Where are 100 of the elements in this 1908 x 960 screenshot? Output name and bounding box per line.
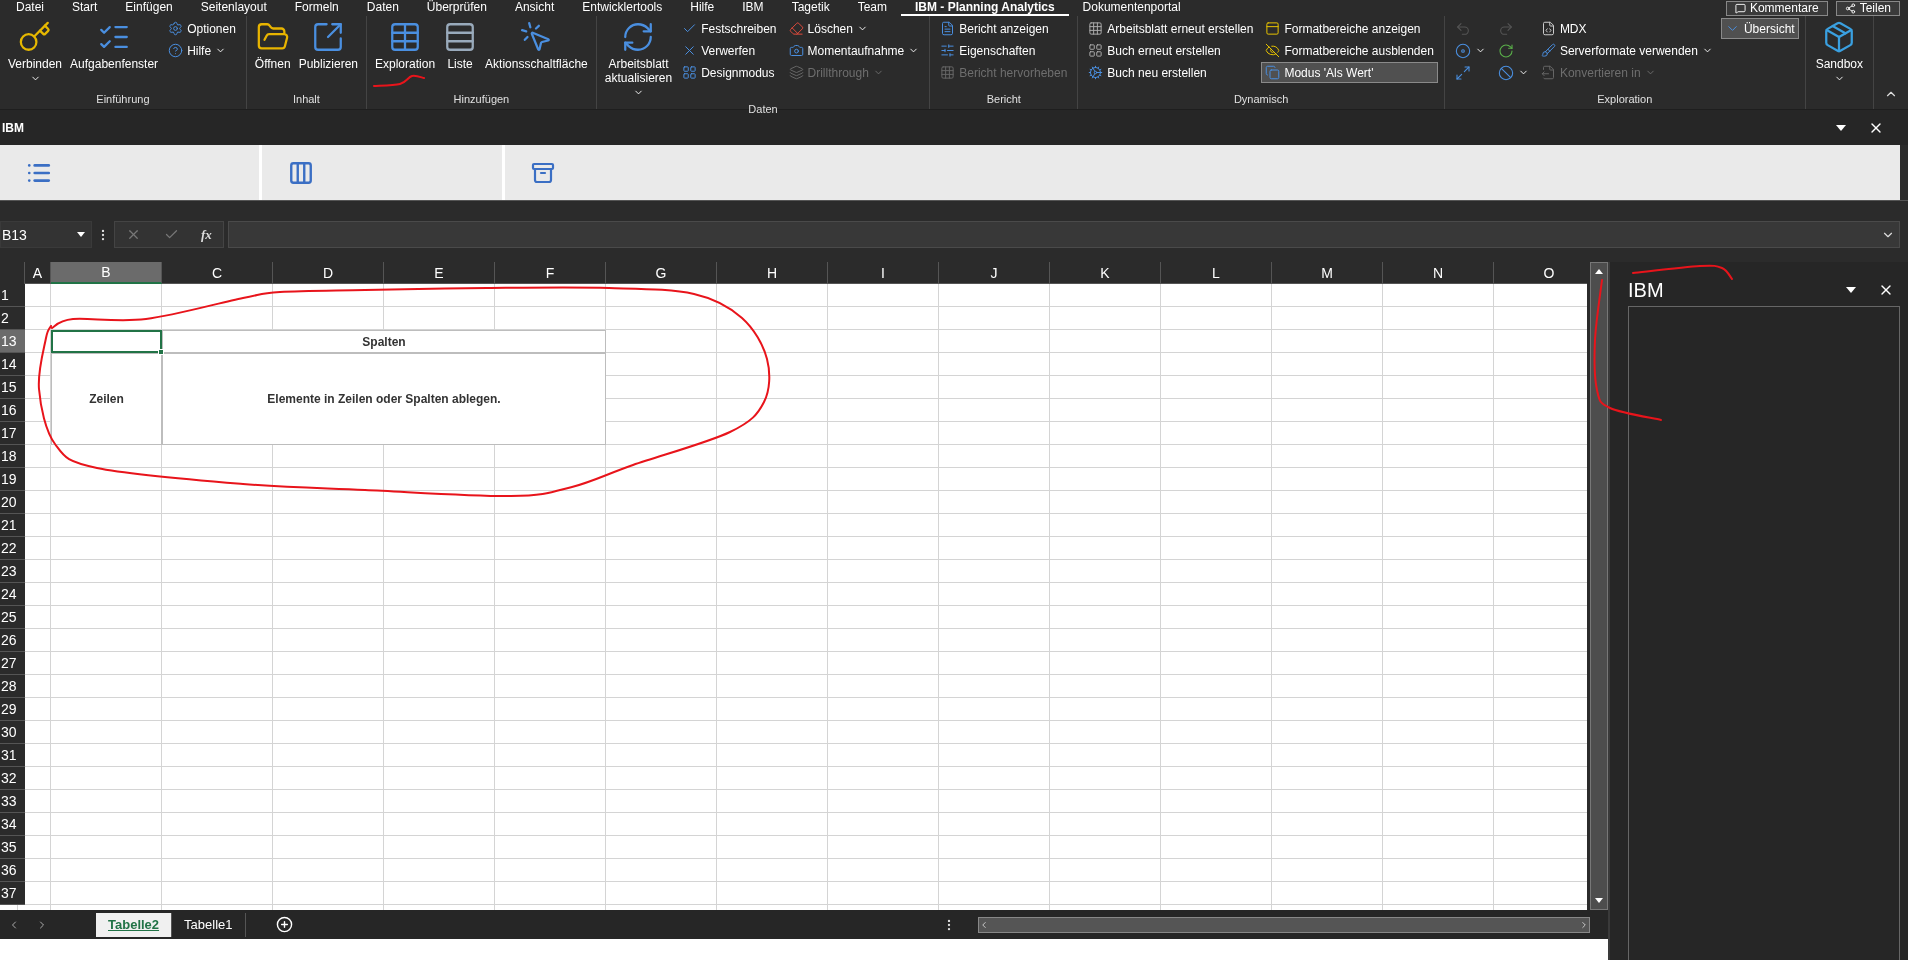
menu-tab[interactable]: Überprüfen [412, 0, 501, 16]
pivot-drop-area[interactable]: Elemente in Zeilen oder Spalten ablegen. [162, 353, 606, 445]
menu-tab[interactable]: Ansicht [500, 0, 569, 16]
ribbon-button[interactable]: Designmodus [678, 62, 781, 83]
ribbon-button[interactable]: Exploration [373, 18, 438, 73]
menu-tab[interactable]: Entwicklertools [568, 0, 677, 16]
vertical-scrollbar[interactable] [1590, 262, 1608, 910]
menu-tab[interactable]: Tagetik [777, 0, 844, 16]
row-header[interactable]: 36 [0, 859, 25, 882]
row-header[interactable]: 35 [0, 836, 25, 859]
column-header[interactable]: L [1161, 262, 1272, 284]
ribbon-button[interactable]: Arbeitsblatt aktualisieren [602, 18, 675, 101]
columns-icon[interactable] [288, 159, 314, 186]
row-header[interactable]: 13 [0, 330, 25, 353]
top-button[interactable]: Kommentare [1725, 0, 1828, 16]
pivot-columns-area[interactable]: Spalten [162, 330, 606, 353]
ribbon-button[interactable]: Eigenschaften [936, 40, 1072, 61]
row-header[interactable]: 14 [0, 353, 25, 376]
column-header[interactable]: A [25, 262, 51, 284]
ribbon-button[interactable]: Formatbereiche ausblenden [1261, 40, 1438, 61]
ribbon-button[interactable]: MDX [1536, 18, 1717, 39]
horizontal-scrollbar[interactable] [978, 916, 1590, 933]
row-header[interactable]: 17 [0, 422, 25, 445]
menu-tab[interactable]: Datei [2, 0, 58, 16]
scroll-left-icon[interactable] [979, 919, 989, 930]
row-header[interactable]: 26 [0, 629, 25, 652]
column-header[interactable]: I [828, 262, 939, 284]
ribbon-button[interactable]: Verbinden [6, 18, 65, 87]
ribbon-button[interactable]: Hilfe [164, 40, 240, 61]
scroll-up-icon[interactable] [1595, 269, 1603, 274]
name-box[interactable]: B13 [0, 221, 92, 248]
row-header[interactable]: 22 [0, 537, 25, 560]
column-header[interactable]: O [1494, 262, 1587, 284]
ribbon-button[interactable]: Formatbereiche anzeigen [1261, 18, 1438, 39]
menu-tab[interactable]: Start [58, 0, 112, 16]
add-sheet-icon[interactable] [275, 916, 293, 933]
row-header[interactable]: 27 [0, 652, 25, 675]
column-header[interactable]: M [1272, 262, 1383, 284]
ribbon-button[interactable]: Buch erneut erstellen [1084, 40, 1258, 61]
column-header[interactable]: B [51, 262, 162, 284]
ribbon-button[interactable]: Momentaufnahme [784, 40, 924, 61]
ribbon-button[interactable]: Festschreiben [678, 18, 781, 39]
row-header[interactable]: 24 [0, 583, 25, 606]
row-header[interactable]: 28 [0, 675, 25, 698]
row-header[interactable]: 2 [0, 307, 25, 330]
menu-tab[interactable]: Team [843, 0, 901, 16]
column-header[interactable]: N [1383, 262, 1494, 284]
column-header[interactable]: C [162, 262, 273, 284]
menu-tab[interactable]: Einfügen [111, 0, 187, 16]
row-header[interactable]: 30 [0, 721, 25, 744]
ribbon-button[interactable]: Buch neu erstellen [1084, 62, 1258, 83]
row-header[interactable]: 20 [0, 491, 25, 514]
column-header[interactable]: K [1050, 262, 1161, 284]
row-header[interactable]: 21 [0, 514, 25, 537]
row-header[interactable]: 34 [0, 813, 25, 836]
formula-input[interactable] [228, 221, 1900, 248]
column-header[interactable]: F [495, 262, 606, 284]
row-header[interactable]: 1 [0, 284, 25, 307]
column-header[interactable]: E [384, 262, 495, 284]
ribbon-button[interactable]: Verwerfen [678, 40, 781, 61]
menu-tab[interactable]: IBM [728, 0, 778, 16]
column-header[interactable]: H [717, 262, 828, 284]
ribbon-button[interactable]: Bericht anzeigen [936, 18, 1072, 39]
menu-tab[interactable]: Hilfe [676, 0, 729, 16]
ribbon-button[interactable]: Publizieren [296, 18, 360, 73]
sheet-tab[interactable]: Tabelle1 [172, 912, 246, 937]
dropdown-icon[interactable] [1836, 124, 1846, 131]
row-header[interactable]: 32 [0, 767, 25, 790]
row-header[interactable]: 16 [0, 399, 25, 422]
row-header[interactable]: 37 [0, 882, 25, 905]
ribbon-button[interactable]: Übersicht [1720, 18, 1799, 39]
scroll-down-icon[interactable] [1595, 898, 1603, 903]
sheet-tab[interactable]: Tabelle2 [96, 912, 173, 937]
ribbon-button[interactable]: Arbeitsblatt erneut erstellen [1084, 18, 1258, 39]
row-header[interactable]: 29 [0, 698, 25, 721]
ribbon-button[interactable]: Liste [441, 18, 480, 73]
menu-tab[interactable]: Formeln [280, 0, 353, 16]
pivot-rows-area[interactable]: Zeilen [51, 353, 162, 445]
ribbon-button[interactable]: Aufgabenfenster [68, 18, 161, 73]
row-header[interactable]: 15 [0, 376, 25, 399]
top-button[interactable]: Teilen [1835, 0, 1900, 16]
column-header[interactable]: J [939, 262, 1050, 284]
row-header[interactable]: 18 [0, 445, 25, 468]
ribbon-button[interactable]: Aktionsschaltfläche [483, 18, 590, 73]
scroll-right-icon[interactable] [1579, 919, 1589, 930]
insert-function-button[interactable]: fx [200, 226, 212, 243]
ribbon-button[interactable]: Modus 'Als Wert' [1261, 62, 1438, 83]
column-header[interactable]: G [606, 262, 717, 284]
ribbon-button[interactable]: Sandbox [1811, 18, 1867, 87]
menu-tab[interactable]: Dokumentenportal [1068, 0, 1195, 16]
box-icon[interactable] [531, 160, 555, 185]
menu-tab[interactable]: Seitenlayout [186, 0, 281, 16]
ribbon-button[interactable]: Optionen [164, 18, 240, 39]
selected-cell[interactable] [51, 330, 162, 353]
row-header[interactable]: 19 [0, 468, 25, 491]
row-header[interactable]: 25 [0, 606, 25, 629]
ribbon-button[interactable]: Öffnen [252, 18, 293, 73]
dropdown-icon[interactable] [1846, 287, 1856, 293]
menu-tab[interactable]: Daten [352, 0, 413, 16]
row-header[interactable]: 31 [0, 744, 25, 767]
